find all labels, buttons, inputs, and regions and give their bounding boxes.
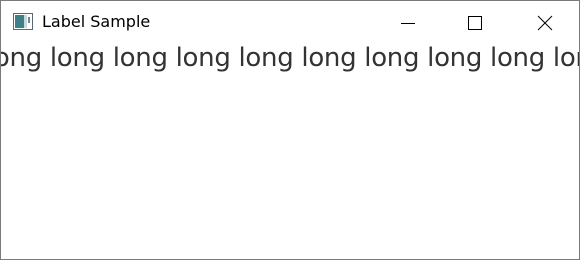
window-title: Label Sample	[42, 12, 151, 31]
close-icon	[537, 15, 553, 31]
window-app-icon	[13, 13, 33, 30]
title-bar[interactable]: Label Sample	[1, 1, 579, 44]
window-content: long long long long long long long long …	[1, 44, 579, 259]
maximize-button[interactable]	[452, 1, 498, 44]
maximize-icon	[468, 16, 482, 30]
long-text-label: long long long long long long long long …	[1, 44, 579, 73]
main-window: Label Sample long long long long long lo…	[0, 0, 580, 260]
close-button[interactable]	[521, 1, 567, 44]
minimize-icon	[401, 23, 415, 24]
minimize-button[interactable]	[383, 1, 429, 44]
